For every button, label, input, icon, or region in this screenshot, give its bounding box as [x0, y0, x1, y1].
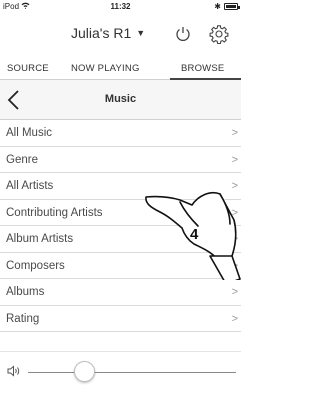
power-icon[interactable] — [174, 25, 192, 43]
list-item-label: All Artists — [6, 180, 54, 192]
list-item-label: Albums — [6, 286, 45, 298]
status-bar: iPod 11:32 ✱ — [0, 0, 241, 14]
step-callout-number: 4 — [190, 226, 199, 243]
list-item-label: Composers — [6, 259, 65, 272]
tab-now-playing[interactable]: NOW PLAYING — [71, 63, 140, 74]
nav-bar: Music — [0, 80, 241, 120]
tab-bar: SOURCE NOW PLAYING BROWSE — [0, 58, 241, 80]
list-item-label: Rating — [6, 312, 40, 325]
tab-source[interactable]: SOURCE — [7, 63, 49, 74]
status-right: ✱ — [214, 2, 240, 11]
chevron-right-icon: > — [231, 259, 238, 272]
list-item-label: Genre — [6, 153, 38, 166]
list-item-rating[interactable]: Rating > — [0, 305, 241, 332]
chevron-right-icon: > — [231, 206, 238, 219]
battery-icon — [224, 3, 240, 10]
speaker-icon — [7, 365, 20, 377]
device-name-label: Julia's R1 — [71, 25, 132, 41]
status-time: 11:32 — [110, 2, 131, 11]
list-item-album-artists[interactable]: Album Artists > — [0, 226, 241, 253]
bluetooth-icon: ✱ — [214, 2, 221, 11]
device-selector[interactable]: Julia's R1 ▼ — [71, 25, 145, 41]
list-item-label: Contributing Artists — [6, 206, 103, 219]
page-title: Music — [104, 93, 137, 105]
chevron-down-icon: ▼ — [136, 28, 146, 38]
volume-slider-track[interactable] — [28, 372, 236, 373]
list-item-albums[interactable]: Albums > — [0, 279, 241, 306]
chevron-right-icon: > — [231, 312, 238, 325]
list-item-composers[interactable]: Composers > — [0, 252, 241, 279]
list-item-genre[interactable]: Genre > — [0, 146, 241, 173]
browse-list: All Music > Genre > All Artists > Contri… — [0, 120, 241, 332]
volume-slider-thumb[interactable] — [73, 361, 95, 382]
chevron-right-icon: > — [231, 233, 238, 245]
chevron-right-icon: > — [231, 127, 238, 139]
list-item-label: Album Artists — [6, 233, 74, 245]
list-item-contributing-artists[interactable]: Contributing Artists > — [0, 199, 241, 226]
chevron-right-icon: > — [231, 286, 238, 298]
device-header: Julia's R1 ▼ — [0, 20, 241, 50]
list-item-label: All Music — [6, 127, 53, 139]
gear-icon[interactable] — [209, 24, 229, 44]
tab-browse[interactable]: BROWSE — [181, 63, 224, 74]
list-item-all-artists[interactable]: All Artists > — [0, 173, 241, 200]
volume-control — [0, 351, 241, 391]
list-item-all-music[interactable]: All Music > — [0, 120, 241, 147]
chevron-right-icon: > — [231, 180, 238, 192]
chevron-right-icon: > — [231, 153, 238, 166]
